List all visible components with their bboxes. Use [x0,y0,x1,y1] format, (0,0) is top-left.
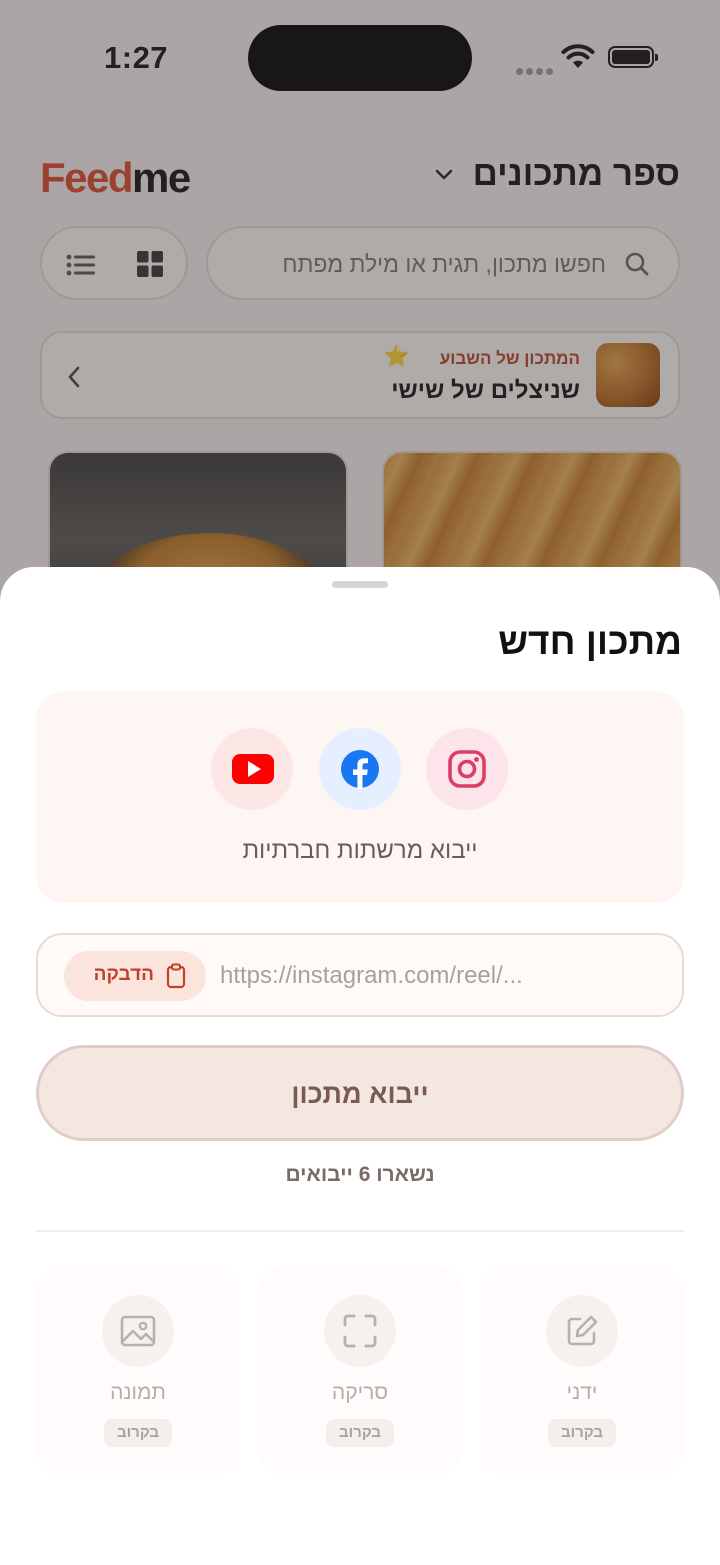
youtube-button[interactable] [211,728,293,810]
image-icon-wrap [102,1295,174,1367]
scan-icon-wrap [324,1295,396,1367]
url-placeholder: https://instagram.com/reel/... [220,962,523,989]
facebook-icon [341,750,379,789]
option-label: סריקה [331,1381,389,1404]
divider [36,1230,684,1232]
social-import-caption: ייבוא מרשתות חברתיות [242,837,478,864]
scan-option[interactable]: סריקה בקרוב [258,1267,462,1475]
remaining-imports-text: נשארו 6 ייבואים [285,1163,435,1186]
option-label: תמונה [110,1381,166,1404]
coming-soon-badge: בקרוב [326,1419,394,1447]
youtube-icon [232,754,274,784]
instagram-button[interactable] [426,728,508,810]
image-option[interactable]: תמונה בקרוב [36,1267,240,1475]
edit-icon [567,1315,598,1346]
import-recipe-button[interactable]: ייבוא מתכון [36,1045,684,1141]
clipboard-icon [166,963,186,989]
coming-soon-badge: בקרוב [548,1419,616,1447]
paste-label: הדבקה [93,964,154,985]
facebook-button[interactable] [319,728,401,810]
edit-icon-wrap [546,1295,618,1367]
sheet-title: מתכון חדש [498,621,682,662]
scan-icon [343,1314,377,1348]
sheet-grabber[interactable] [332,581,388,588]
import-recipe-label: ייבוא מתכון [291,1079,429,1109]
image-icon [120,1315,156,1347]
social-import-section: ייבוא מרשתות חברתיות [36,691,684,903]
instagram-icon [448,750,486,788]
url-input[interactable]: https://instagram.com/reel/... הדבקה [36,933,684,1017]
manual-entry-option[interactable]: ידני בקרוב [480,1267,684,1475]
option-label: ידני [566,1381,598,1404]
screen: 1:27 Feedme ספר מתכונים חפשו מתכון, תגית… [0,0,720,1565]
coming-soon-badge: בקרוב [104,1419,172,1447]
new-recipe-sheet: מתכון חדש ייבוא מרשתות חברתיות https://i… [0,567,720,1565]
paste-button[interactable]: הדבקה [64,951,206,1001]
